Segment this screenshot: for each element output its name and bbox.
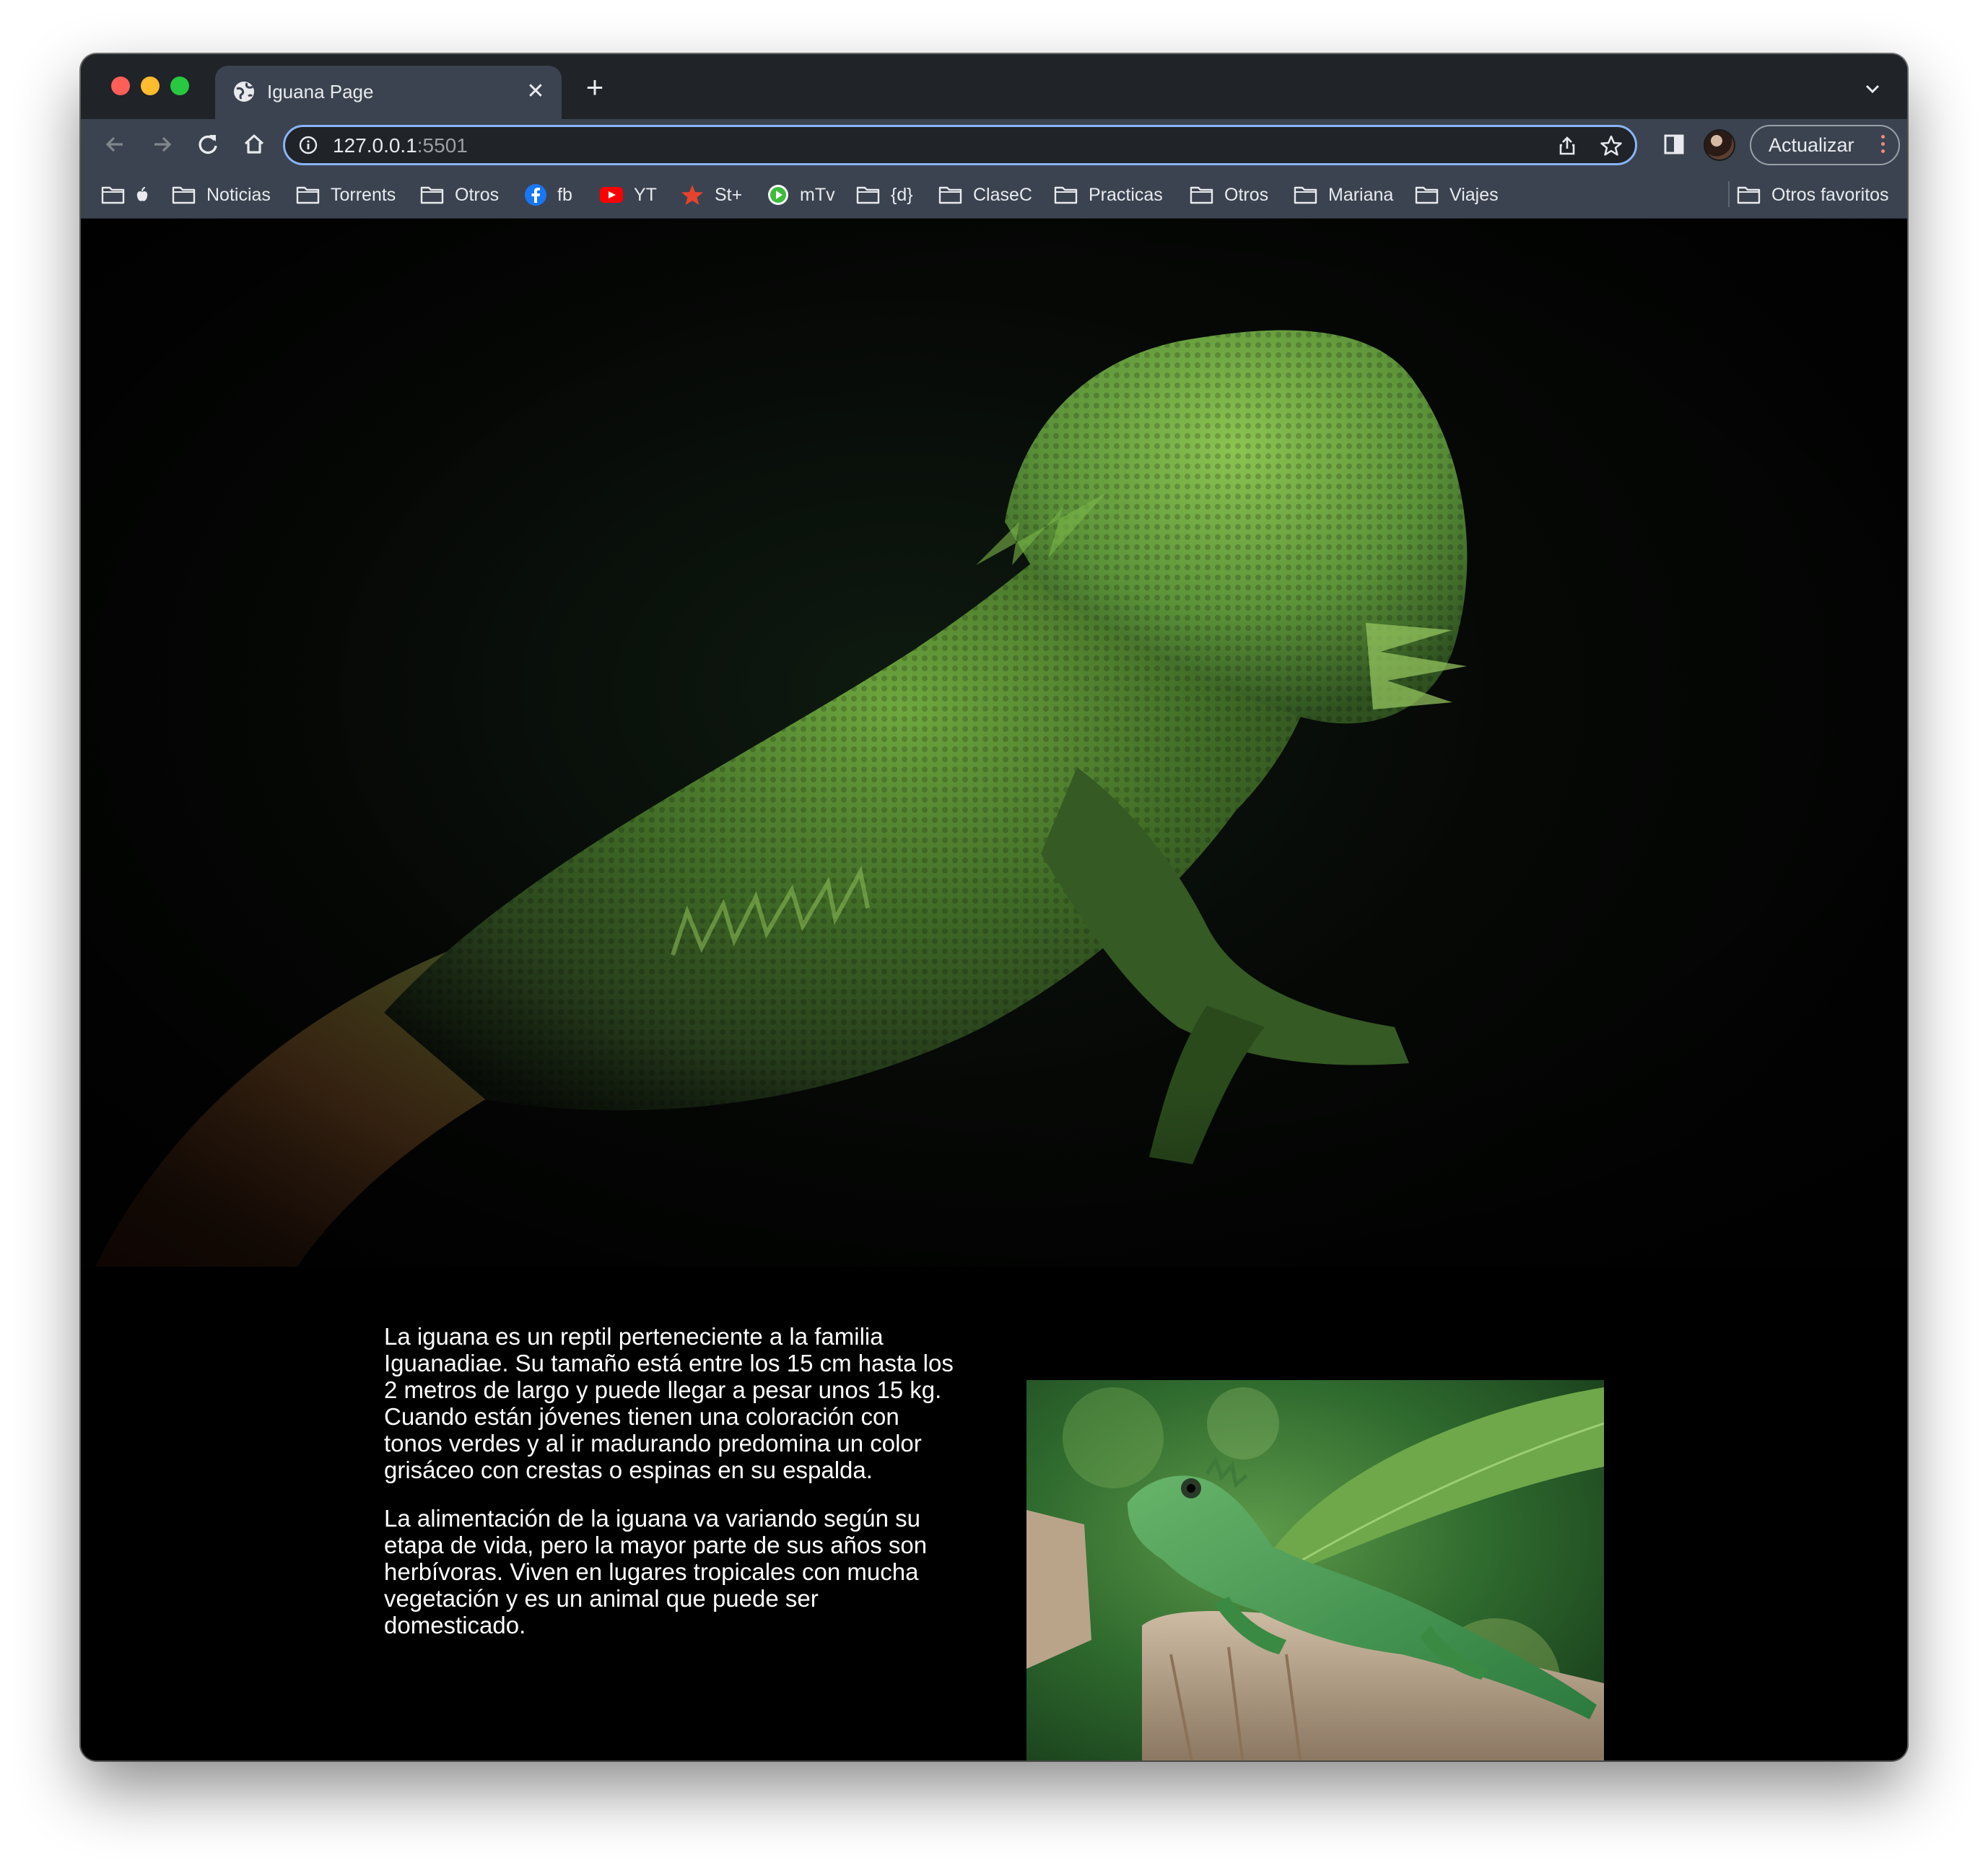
- bookmark-label: Torrents: [331, 184, 396, 205]
- browser-window: Iguana Page ✕ + 127.0.0.1:5501 Actualiza…: [81, 54, 1907, 1760]
- close-tab-icon[interactable]: ✕: [523, 79, 549, 105]
- url-text[interactable]: 127.0.0.1:5501: [333, 134, 468, 157]
- bookmark-label: fb: [557, 184, 572, 205]
- page-content: La iguana es un reptil perteneciente a l…: [81, 219, 1907, 1760]
- back-arrow-icon[interactable]: [100, 128, 131, 160]
- iguana-illustration: [81, 219, 1907, 1267]
- update-label: Actualizar: [1769, 134, 1854, 156]
- star-plus-icon: [681, 185, 703, 205]
- bookmark-clasec[interactable]: ClaseC: [938, 183, 1032, 207]
- folder-icon: [1190, 186, 1213, 204]
- bookmark-star-icon[interactable]: [1599, 134, 1623, 158]
- bookmark-label: Practicas: [1089, 184, 1163, 205]
- maximize-window-button[interactable]: [170, 77, 189, 95]
- bookmark-label: Viajes: [1449, 184, 1499, 205]
- iguana-photo: [1026, 1380, 1604, 1760]
- url-port: :5501: [417, 134, 468, 157]
- folder-icon: [1737, 186, 1761, 204]
- bookmark-torrents[interactable]: Torrents: [296, 183, 396, 207]
- tab-iguana-page[interactable]: Iguana Page ✕: [215, 66, 562, 119]
- folder-icon: [1054, 186, 1078, 204]
- bookmark-label: Otros: [455, 184, 500, 205]
- bookmark-noticias[interactable]: Noticias: [172, 183, 271, 207]
- update-button[interactable]: Actualizar: [1750, 125, 1900, 165]
- bookmark-apple-folder[interactable]: [101, 183, 159, 207]
- home-icon[interactable]: [238, 128, 270, 160]
- folder-icon: [856, 186, 880, 204]
- forward-arrow-icon[interactable]: [146, 128, 178, 160]
- bookmark-practicas[interactable]: Practicas: [1054, 183, 1163, 207]
- more-menu-icon[interactable]: [1881, 135, 1885, 155]
- folder-icon: [101, 186, 125, 204]
- bookmark-otros[interactable]: Otros: [420, 183, 499, 207]
- url-host: 127.0.0.1: [333, 134, 417, 157]
- bookmark-otros-favoritos[interactable]: Otros favoritos: [1737, 183, 1889, 207]
- bookmark-viajes[interactable]: Viajes: [1415, 183, 1499, 207]
- reload-icon[interactable]: [192, 128, 224, 160]
- address-bar[interactable]: 127.0.0.1:5501: [283, 125, 1637, 165]
- tab-strip: Iguana Page ✕ +: [81, 54, 1907, 119]
- bookmark-label: Noticias: [206, 184, 271, 205]
- bookmark-label: Otros: [1224, 184, 1269, 205]
- globe-icon: [234, 82, 254, 102]
- apple-icon: [136, 187, 148, 201]
- bookmark-label: YT: [634, 184, 657, 205]
- bookmarks-bar: Noticias Torrents Otros fb YT St+ mTv {d…: [81, 170, 1907, 219]
- iguana-description: La iguana es un reptil perteneciente a l…: [384, 1323, 962, 1660]
- new-tab-button[interactable]: +: [579, 72, 611, 105]
- minimize-window-button[interactable]: [141, 77, 160, 95]
- youtube-icon: [600, 187, 623, 203]
- play-icon: [768, 185, 788, 205]
- bookmark-label: ClaseC: [973, 184, 1032, 205]
- tab-title: Iguana Page: [267, 81, 374, 102]
- bookmark-fb[interactable]: fb: [524, 183, 572, 207]
- folder-icon: [938, 186, 962, 204]
- bookmark-yt[interactable]: YT: [599, 183, 657, 207]
- bookmark-label: mTv: [800, 184, 835, 205]
- side-panel-icon[interactable]: [1662, 132, 1686, 157]
- folder-icon: [1294, 186, 1317, 204]
- bookmark-label: Mariana: [1328, 184, 1394, 205]
- folder-icon: [1415, 186, 1439, 204]
- folder-icon: [296, 186, 320, 204]
- folder-icon: [172, 186, 196, 204]
- bookmark-mtv[interactable]: mTv: [767, 183, 835, 207]
- bookmark-d[interactable]: {d}: [856, 183, 913, 207]
- bookmark-mariana[interactable]: Mariana: [1294, 183, 1393, 207]
- bookmark-label: {d}: [891, 184, 913, 205]
- chevron-down-icon[interactable]: [1860, 76, 1885, 102]
- bookmark-otros-2[interactable]: Otros: [1190, 183, 1268, 207]
- profile-avatar[interactable]: [1704, 129, 1735, 161]
- description-paragraph-2: La alimentación de la iguana va variando…: [384, 1505, 928, 1638]
- iguana-on-stump-illustration: [1026, 1380, 1604, 1760]
- description-paragraph-1: La iguana es un reptil perteneciente a l…: [384, 1323, 954, 1483]
- share-icon[interactable]: [1556, 134, 1579, 157]
- hero-iguana-image: [81, 219, 1907, 1267]
- close-window-button[interactable]: [111, 77, 130, 95]
- bookmark-st-plus[interactable]: St+: [680, 183, 742, 207]
- folder-icon: [420, 186, 444, 204]
- browser-toolbar: 127.0.0.1:5501 Actualizar: [81, 119, 1907, 170]
- bookmark-label: Otros favoritos: [1771, 184, 1889, 205]
- facebook-icon: [525, 184, 546, 206]
- bookmark-label: St+: [715, 184, 743, 205]
- bookmarks-divider: [1728, 181, 1730, 207]
- info-icon[interactable]: [298, 135, 318, 155]
